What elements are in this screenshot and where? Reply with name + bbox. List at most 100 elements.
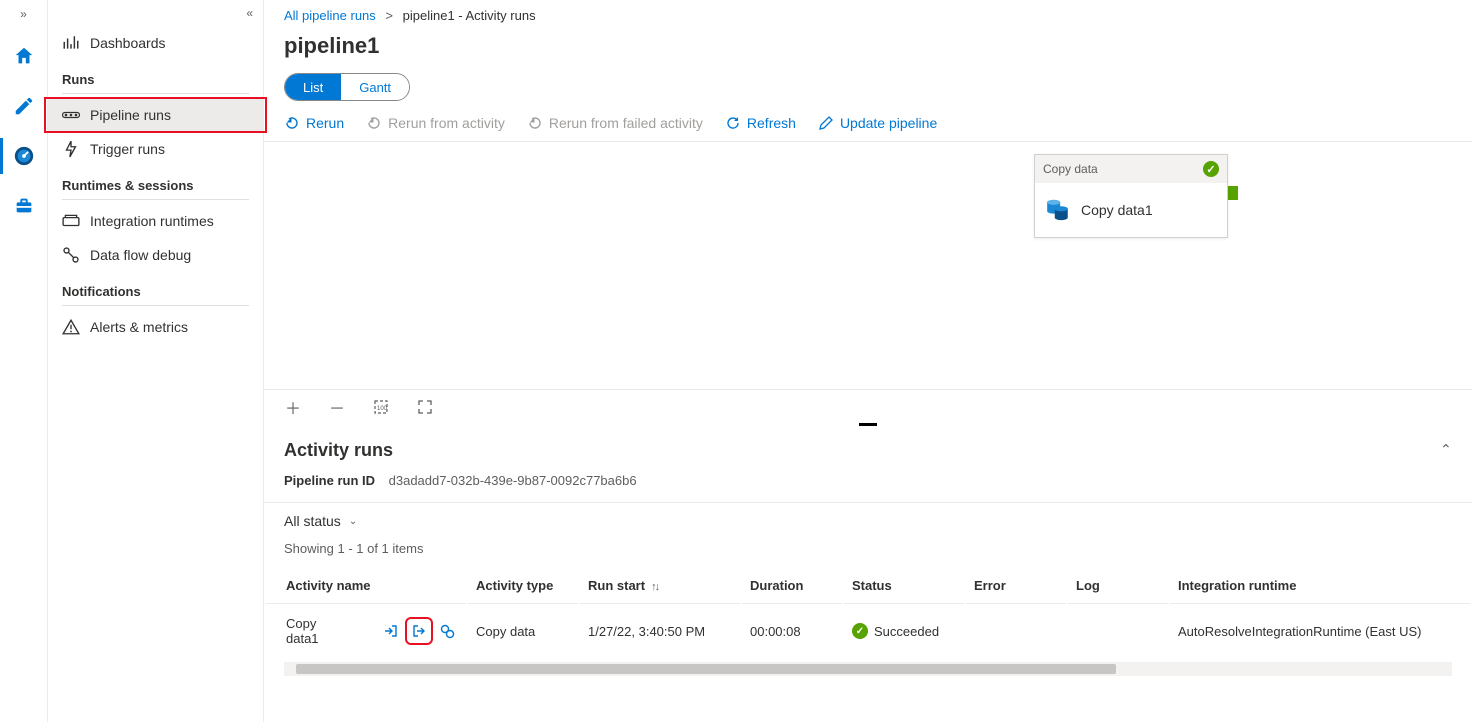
pencil-icon <box>13 95 35 117</box>
edit-icon <box>818 115 834 131</box>
cell-duration: 00:00:08 <box>742 606 842 656</box>
gauge-icon <box>13 145 35 167</box>
zoom-out-icon[interactable]: － <box>328 398 346 416</box>
horizontal-scrollbar[interactable] <box>284 662 1452 676</box>
toolbox-icon <box>13 195 35 217</box>
activity-card-type: Copy data <box>1043 162 1098 176</box>
collapse-chevron-icon[interactable]: ⌄ <box>1440 440 1452 457</box>
toolbar-rerun-activity: Rerun from activity <box>366 115 505 131</box>
icon-rail: » <box>0 0 48 722</box>
rail-expand-icon[interactable]: » <box>20 4 27 24</box>
rerun-activity-icon <box>366 115 382 131</box>
view-toggle: List Gantt <box>284 73 410 101</box>
toolbar-rerun-failed-label: Rerun from failed activity <box>549 115 703 131</box>
toolbar-rerun-label: Rerun <box>306 115 344 131</box>
pipeline-runs-icon <box>62 106 80 124</box>
cell-ir: AutoResolveIntegrationRuntime (East US) <box>1170 606 1470 656</box>
rail-home[interactable] <box>6 38 42 74</box>
rail-manage[interactable] <box>6 188 42 224</box>
sidebar-collapse-icon[interactable]: « <box>48 6 263 26</box>
run-id-row: Pipeline run ID d3adadd7-032b-439e-9b87-… <box>264 465 1472 503</box>
toolbar-refresh-label: Refresh <box>747 115 796 131</box>
cell-activity-name: Copy data1 <box>286 616 352 646</box>
alerts-icon <box>62 318 80 336</box>
sidebar-section-runs: Runs <box>62 60 249 94</box>
sidebar-label-alerts-metrics: Alerts & metrics <box>90 319 188 335</box>
col-error[interactable]: Error <box>966 568 1066 604</box>
main: All pipeline runs > pipeline1 - Activity… <box>264 0 1472 722</box>
sidebar-item-integration-runtimes[interactable]: Integration runtimes <box>48 204 263 238</box>
success-icon <box>1203 161 1219 177</box>
breadcrumb-leaf: pipeline1 - Activity runs <box>403 8 536 23</box>
rail-monitor[interactable] <box>6 138 42 174</box>
cell-activity-type: Copy data <box>468 606 578 656</box>
breadcrumb-root[interactable]: All pipeline runs <box>284 8 376 23</box>
activity-runs-table: Activity name Activity type Run start↑↓ … <box>264 566 1472 658</box>
canvas-footer: ＋ － 100 <box>264 389 1472 424</box>
filter-row: All status ⌄ <box>264 503 1472 535</box>
status-filter-label: All status <box>284 513 341 529</box>
sidebar-item-dashboards[interactable]: Dashboards <box>48 26 263 60</box>
chevron-down-icon: ⌄ <box>349 516 357 527</box>
activity-runs-section: Activity runs ⌄ <box>264 424 1472 465</box>
sidebar-item-alerts-metrics[interactable]: Alerts & metrics <box>48 310 263 344</box>
view-toggle-gantt[interactable]: Gantt <box>341 74 409 100</box>
sidebar-label-dashboards: Dashboards <box>90 35 166 51</box>
col-ir[interactable]: Integration runtime <box>1170 568 1470 604</box>
view-toggle-list[interactable]: List <box>285 74 341 100</box>
rerun-icon <box>284 115 300 131</box>
dashboard-icon <box>62 34 80 52</box>
toolbar-refresh[interactable]: Refresh <box>725 115 796 131</box>
activity-card[interactable]: Copy data Copy data1 <box>1034 154 1228 238</box>
col-activity-name[interactable]: Activity name <box>266 568 466 604</box>
run-id-value: d3adadd7-032b-439e-9b87-0092c77ba6b6 <box>389 473 637 488</box>
status-success-icon <box>852 623 868 639</box>
resize-handle[interactable] <box>859 423 877 426</box>
col-activity-type[interactable]: Activity type <box>468 568 578 604</box>
toolbar-rerun-activity-label: Rerun from activity <box>388 115 505 131</box>
fullscreen-icon[interactable] <box>416 398 434 416</box>
sidebar-item-pipeline-runs[interactable]: Pipeline runs <box>48 98 263 132</box>
col-log[interactable]: Log <box>1068 568 1168 604</box>
toolbar-update-pipeline[interactable]: Update pipeline <box>818 115 937 131</box>
status-filter[interactable]: All status ⌄ <box>284 513 357 529</box>
result-count: Showing 1 - 1 of 1 items <box>264 535 1472 566</box>
col-status[interactable]: Status <box>844 568 964 604</box>
toolbar-rerun[interactable]: Rerun <box>284 115 344 131</box>
cell-log <box>1068 606 1168 656</box>
col-duration[interactable]: Duration <box>742 568 842 604</box>
home-icon <box>13 45 35 67</box>
activity-runs-heading: Activity runs <box>284 440 393 461</box>
sidebar-section-notifications: Notifications <box>62 272 249 306</box>
zoom-in-icon[interactable]: ＋ <box>284 398 302 416</box>
input-icon[interactable] <box>380 620 402 642</box>
col-run-start[interactable]: Run start↑↓ <box>580 568 740 604</box>
breadcrumb-sep: > <box>379 8 399 23</box>
rail-author[interactable] <box>6 88 42 124</box>
toolbar-rerun-failed: Rerun from failed activity <box>527 115 703 131</box>
sidebar-item-data-flow-debug[interactable]: Data flow debug <box>48 238 263 272</box>
svg-text:100: 100 <box>377 406 388 412</box>
pipeline-canvas[interactable]: Copy data Copy data1 ＋ <box>264 142 1472 424</box>
rerun-failed-icon <box>527 115 543 131</box>
trigger-runs-icon <box>62 140 80 158</box>
details-icon[interactable] <box>436 620 458 642</box>
data-flow-debug-icon <box>62 246 80 264</box>
integration-runtimes-icon <box>62 212 80 230</box>
sidebar-label-pipeline-runs: Pipeline runs <box>90 107 171 123</box>
scrollbar-thumb[interactable] <box>296 664 1116 674</box>
table-row[interactable]: Copy data1 <box>266 606 1470 656</box>
output-icon[interactable] <box>408 620 430 642</box>
sidebar-section-runtimes: Runtimes & sessions <box>62 166 249 200</box>
cell-run-start: 1/27/22, 3:40:50 PM <box>580 606 740 656</box>
run-id-label: Pipeline run ID <box>284 473 375 488</box>
sort-icon: ↑↓ <box>651 581 658 593</box>
toolbar-update-label: Update pipeline <box>840 115 937 131</box>
refresh-icon <box>725 115 741 131</box>
breadcrumb: All pipeline runs > pipeline1 - Activity… <box>264 0 1472 27</box>
zoom-fit-icon[interactable]: 100 <box>372 398 390 416</box>
toolbar: Rerun Rerun from activity Rerun from fai… <box>264 113 1472 142</box>
cell-status: Succeeded <box>874 624 939 639</box>
sidebar-item-trigger-runs[interactable]: Trigger runs <box>48 132 263 166</box>
activity-card-name: Copy data1 <box>1081 202 1153 218</box>
